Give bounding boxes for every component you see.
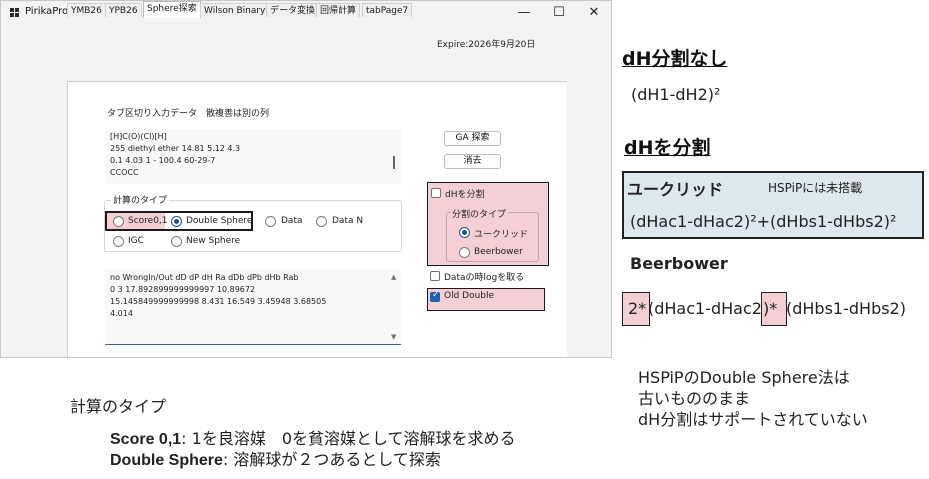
radio-score01[interactable] xyxy=(113,216,124,227)
double-sphere-caption-text: : 溶解球が２つあるとして探索 xyxy=(222,450,441,469)
radio-label-euclid: ユークリッド xyxy=(474,230,529,240)
radio-new-sphere[interactable] xyxy=(171,236,182,247)
output-line: 4.014 xyxy=(110,309,133,318)
tab-ymb26[interactable]: YMB26 xyxy=(67,3,106,17)
expire-label: Expire:2026年9月20日 xyxy=(437,40,536,50)
minimize-button[interactable]: — xyxy=(507,2,541,24)
radio-label-igc: IGC xyxy=(128,236,144,246)
hspip-note-line: dH分割はサポートされていない xyxy=(638,410,868,429)
radio-label-new-sphere: New Sphere xyxy=(186,236,241,246)
maximize-button[interactable]: ☐ xyxy=(542,2,576,24)
radio-label-double-sphere: Double Sphere xyxy=(186,216,253,226)
old-double-label: Old Double xyxy=(444,291,495,301)
radio-label-data: Data xyxy=(281,216,303,226)
input-scrollbar[interactable] xyxy=(393,156,395,169)
heading-no-split: dH分割なし xyxy=(622,48,728,70)
calc-type-caption: 計算のタイプ xyxy=(70,397,167,416)
split-type-title: 分割のタイプ xyxy=(450,207,509,220)
heading-split: dHを分割 xyxy=(624,137,711,159)
log-checkbox[interactable] xyxy=(430,271,440,281)
output-focus-underline xyxy=(105,344,401,345)
tab-wilson-binary[interactable]: Wilson Binary xyxy=(200,3,270,17)
radio-label-score01: Score0,1 xyxy=(128,216,168,226)
equation-beerbower-ac: (dHac1-dHac2 xyxy=(648,299,762,318)
double-sphere-caption: Double Sphere: 溶解球が２つあるとして探索 xyxy=(110,446,441,470)
beerbower-label: Beerbower xyxy=(630,254,728,273)
tab-page7[interactable]: tabPage7 xyxy=(362,3,413,17)
scroll-down-icon[interactable]: ▼ xyxy=(391,333,396,341)
radio-double-sphere[interactable] xyxy=(171,216,182,227)
output-line: 15.145849999999998 8.431 16.549 3.45948 … xyxy=(110,297,327,306)
input-hint: タブ区切り入力データ 散複善は別の列 xyxy=(107,109,270,119)
app-icon xyxy=(10,8,19,17)
input-line: CCOCC xyxy=(110,168,139,177)
equation-no-split: (dH1-dH2)² xyxy=(631,85,721,104)
tab-data-convert[interactable]: データ変換 xyxy=(266,3,320,17)
log-checkbox-label: Dataの時logを取る xyxy=(444,273,525,283)
equation-beerbower-factor: 2* xyxy=(628,299,647,318)
input-line: 0.1 4.03 1 - 100.4 60-29-7 xyxy=(110,156,216,165)
radio-data-n[interactable] xyxy=(316,216,327,227)
radio-euclid[interactable] xyxy=(459,227,470,238)
tab-regression[interactable]: 回帰計算 xyxy=(316,3,361,17)
dh-split-label: dHを分割 xyxy=(445,190,485,200)
tab-sphere-search[interactable]: Sphere探索 xyxy=(143,1,201,18)
radio-data[interactable] xyxy=(265,216,276,227)
double-sphere-caption-bold: Double Sphere xyxy=(110,452,223,469)
input-line: [H]C(O)(Cl)[H] xyxy=(110,132,167,141)
scroll-up-icon[interactable]: ▲ xyxy=(391,273,396,281)
calc-type-title: 計算のタイプ xyxy=(111,193,170,206)
dh-split-checkbox[interactable] xyxy=(431,188,441,198)
hspip-note: HSPiPには未搭載 xyxy=(768,181,863,195)
output-line: 0 3 17.892899999999997 10.89672 xyxy=(110,285,256,294)
radio-igc[interactable] xyxy=(113,236,124,247)
ga-search-button[interactable]: GA 探索 xyxy=(444,131,501,146)
equation-euclid: (dHac1-dHac2)²+(dHbs1-dHbs2)² xyxy=(630,212,897,231)
equation-beerbower-bs: (dHbs1-dHbs2) xyxy=(786,299,906,318)
close-button[interactable]: ✕ xyxy=(577,2,611,24)
radio-label-data-n: Data N xyxy=(332,216,364,226)
radio-label-beerbower: Beerbower xyxy=(474,247,523,257)
app-window: PirikaProD — ☐ ✕ Expire:2026年9月20日 YMB26… xyxy=(0,0,612,358)
euclid-label: ユークリッド xyxy=(627,180,724,199)
radio-beerbower[interactable] xyxy=(459,247,470,258)
clear-button[interactable]: 消去 xyxy=(444,154,501,169)
tab-ypb26[interactable]: YPB26 xyxy=(105,3,142,17)
equation-beerbower-mult: )* xyxy=(763,299,778,318)
output-line: no WrongIn/Out dD dP dH Ra dDb dPb dHb R… xyxy=(110,273,299,282)
input-line: 255 diethyl ether 14.81 5.12 4.3 xyxy=(110,144,241,153)
old-double-checkbox[interactable] xyxy=(430,290,440,302)
